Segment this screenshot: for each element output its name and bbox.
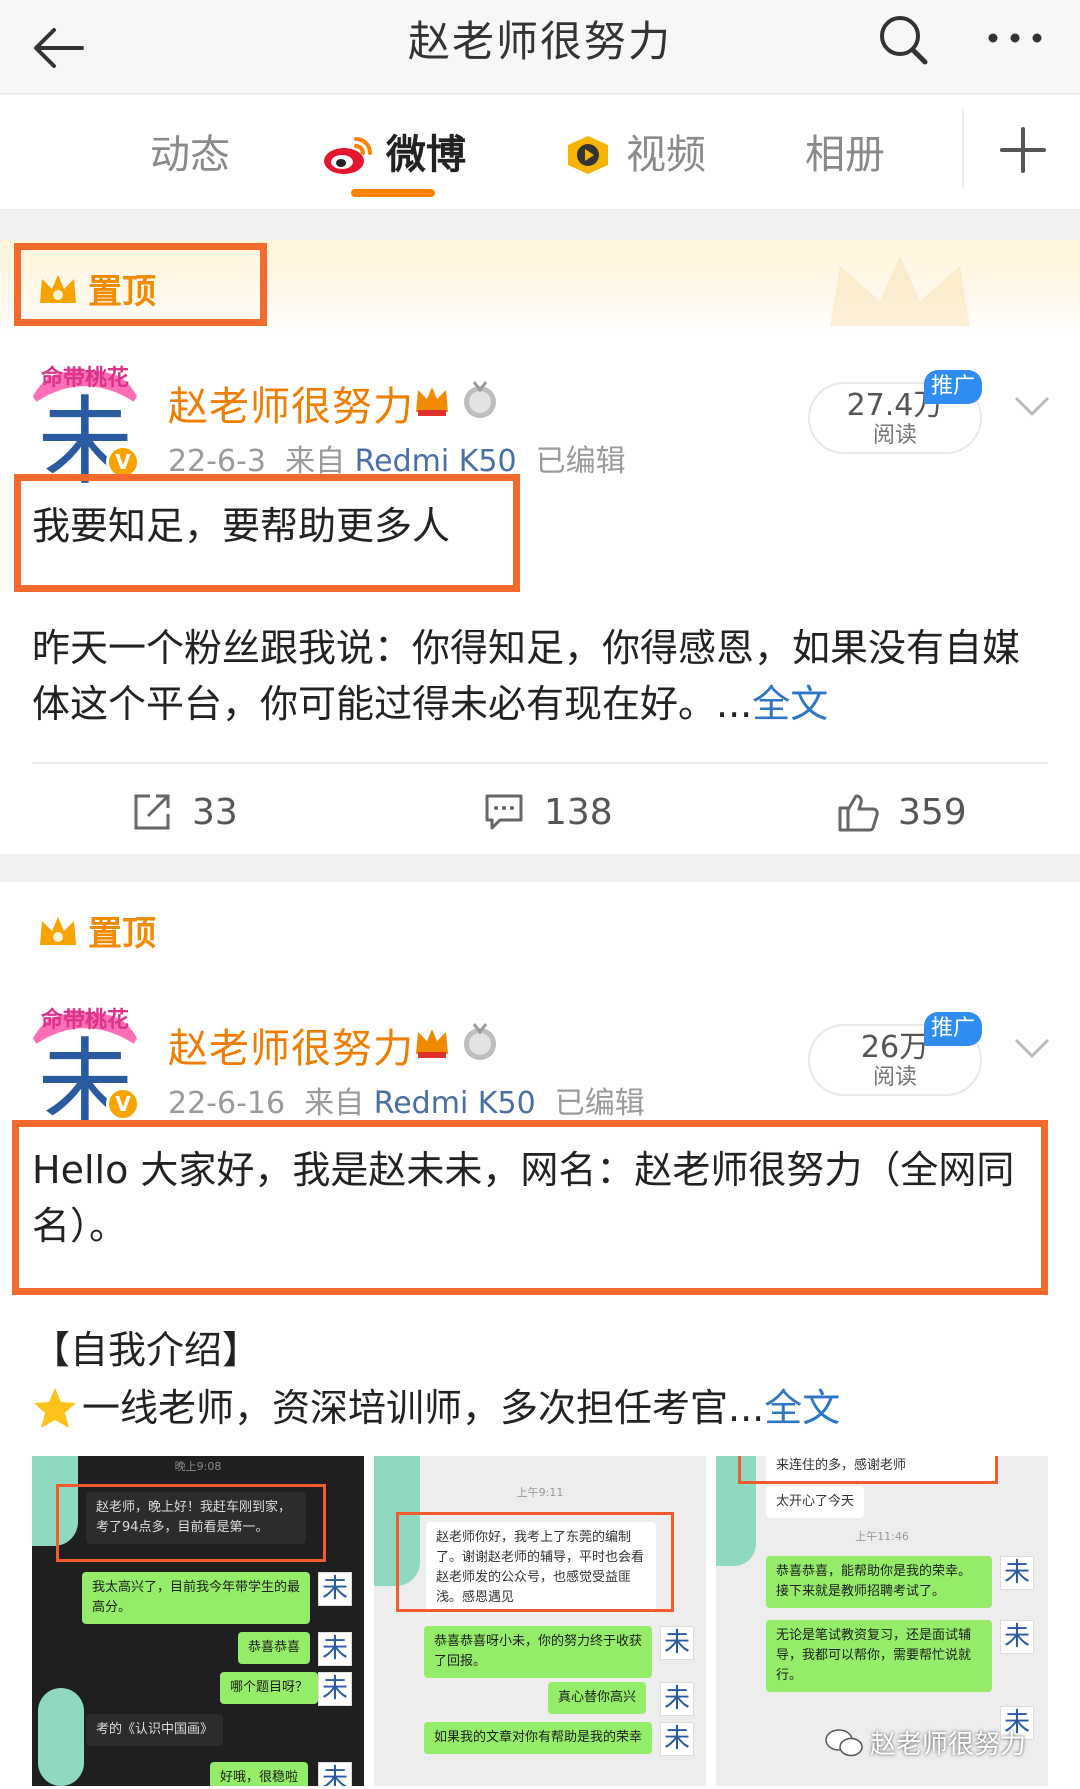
post-meta: 22-6-16 来自 Redmi K50 已编辑	[168, 1086, 645, 1121]
like-button[interactable]: 359	[836, 790, 967, 834]
tab-weibo[interactable]: 微博	[322, 125, 466, 185]
tab-video[interactable]: 视频	[562, 125, 706, 185]
pinned-label: 置顶	[36, 906, 156, 955]
highlight-box	[396, 1512, 674, 1612]
username[interactable]: 赵老师很努力	[168, 374, 414, 432]
chat-avatar: 未	[318, 1762, 352, 1786]
vip-crown-badge-icon	[416, 387, 448, 416]
star-icon	[34, 1388, 76, 1428]
active-tab-indicator	[351, 189, 435, 197]
image-watermark: 赵老师很努力	[824, 1724, 1026, 1761]
more-dots-icon[interactable]	[985, 20, 1045, 56]
comment-icon	[485, 794, 523, 830]
chat-avatar: 未	[660, 1626, 694, 1660]
post-image[interactable]: 晚上9:08 赵老师，晚上好！我赶车刚到家，考了94点多，目前看是第一。 我太高…	[32, 1456, 364, 1786]
chevron-down-icon[interactable]	[1012, 390, 1052, 420]
post-body: 昨天一个粉丝跟我说：你得知足，你得感恩，如果没有自媒体这个平台，你可能过得未必有…	[32, 626, 1021, 726]
section-gap	[0, 211, 1080, 241]
profile-tabs: 动态 微博 视频 相册	[0, 95, 1080, 210]
highlight-box	[56, 1484, 326, 1562]
comment-button[interactable]: 138	[482, 790, 613, 834]
repost-icon	[134, 794, 170, 830]
video-play-icon	[568, 136, 608, 174]
chat-bubble: 恭喜恭喜	[238, 1632, 311, 1664]
highlight-box	[14, 243, 267, 326]
promo-badge[interactable]: 推广	[924, 1012, 982, 1046]
wechat-icon	[825, 1728, 863, 1756]
chat-avatar: 未	[1000, 1556, 1034, 1590]
promo-badge[interactable]: 推广	[924, 370, 982, 404]
medal-badge-icon	[464, 1023, 496, 1060]
chat-avatar: 未	[318, 1572, 352, 1606]
chat-time: 晚上9:08	[174, 1460, 222, 1473]
divider	[32, 762, 1048, 764]
tab-dynamic[interactable]: 动态	[150, 125, 230, 185]
crown-watermark-icon	[830, 256, 970, 326]
post-source[interactable]: Redmi K50	[374, 1086, 536, 1121]
highlight-box	[12, 1120, 1048, 1295]
verified-badge: V	[106, 1087, 140, 1121]
highlight-box	[738, 1456, 998, 1484]
avatar-banner: 命带桃花	[40, 1008, 129, 1033]
chat-bubble: 无论是笔试教资复习，还是面试辅导，我都可以帮你，需要帮忙说就行。	[766, 1620, 992, 1692]
chat-avatar: 未	[318, 1672, 352, 1706]
post-card[interactable]: 置顶 未 命带桃花 V 赵老师很努力 22-6-3 来自 Redmi K50 已…	[0, 240, 1080, 854]
post-image[interactable]: 来连住的多，感谢老师 太开心了今天 上午11:46 恭喜恭喜，能帮助你是我的荣幸…	[716, 1456, 1048, 1786]
chevron-down-icon[interactable]	[1012, 1032, 1052, 1062]
weibo-logo-icon	[324, 137, 372, 174]
tab-album[interactable]: 相册	[805, 125, 885, 185]
chat-avatar: 未	[318, 1632, 352, 1666]
tab-divider	[962, 109, 964, 189]
chat-bubble: 好哦，很稳啦	[210, 1762, 309, 1786]
highlight-box	[14, 474, 520, 592]
crown-icon	[40, 916, 76, 945]
post-card[interactable]: 置顶 未 命带桃花 V 赵老师很努力 22-6-16 来自 Redmi K50 …	[0, 882, 1080, 1789]
chat-bubble: 真心替你高兴	[548, 1682, 647, 1714]
weibo-profile-page: 赵老师很努力 动态 微博 视频 相册 置顶 未 命带桃花 V 赵老师很努力 22…	[0, 0, 1080, 1789]
avatar-banner: 命带桃花	[40, 366, 129, 391]
intro-title: 【自我介绍】	[32, 1328, 261, 1372]
chat-time: 上午9:11	[516, 1486, 564, 1499]
username[interactable]: 赵老师很努力	[168, 1016, 414, 1074]
chat-avatar: 未	[660, 1722, 694, 1756]
chat-bubble: 恭喜恭喜，能帮助你是我的荣幸。接下来就是教师招聘考试了。	[766, 1556, 992, 1608]
thumbs-up-icon	[838, 794, 879, 832]
chat-bubble: 太开心了今天	[766, 1486, 865, 1518]
repost-button[interactable]: 33	[130, 790, 238, 834]
chat-avatar: 未	[660, 1682, 694, 1716]
vip-crown-badge-icon	[416, 1029, 448, 1058]
sticker-decoration	[38, 1688, 84, 1786]
chat-bubble: 如果我的文章对你有帮助是我的荣幸	[424, 1722, 652, 1754]
search-icon[interactable]	[874, 8, 934, 68]
intro-line: 一线老师，资深培训师，多次担任考官... 全文	[32, 1380, 1048, 1436]
plus-icon[interactable]	[992, 119, 1054, 181]
chat-time: 上午11:46	[855, 1530, 909, 1543]
read-more-link[interactable]: 全文	[752, 682, 828, 726]
chat-bubble: 我太高兴了，目前我今年带学生的最高分。	[82, 1572, 310, 1624]
top-bar: 赵老师很努力	[0, 0, 1080, 94]
chat-avatar: 未	[1000, 1620, 1034, 1654]
section-gap	[0, 854, 1080, 884]
read-more-link[interactable]: 全文	[764, 1380, 840, 1436]
medal-badge-icon	[464, 381, 496, 418]
post-image[interactable]: 上午9:11 赵老师你好，我考上了东莞的编制了。谢谢赵老师的辅导，平时也会看赵老…	[374, 1456, 706, 1786]
chat-bubble: 考的《认识中国画》	[86, 1714, 224, 1746]
chat-bubble: 哪个题目呀？	[220, 1672, 319, 1704]
chat-bubble: 恭喜恭喜呀小未，你的努力终于收获了回报。	[424, 1626, 652, 1678]
